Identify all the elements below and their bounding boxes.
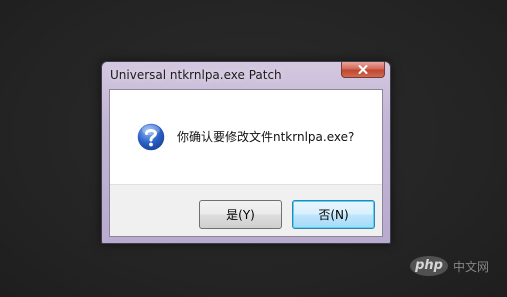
dialog-body: 你确认要修改文件ntkrnlpa.exe? 是(Y) 否(N): [109, 89, 383, 237]
question-icon: [136, 122, 166, 152]
no-button[interactable]: 否(N): [292, 200, 375, 229]
message-text: 你确认要修改文件ntkrnlpa.exe?: [177, 130, 355, 144]
button-bar: 是(Y) 否(N): [110, 184, 382, 236]
message-dialog: Universal ntkrnlpa.exe Patch 你确认要修改文件ntk…: [101, 61, 391, 244]
window-title: Universal ntkrnlpa.exe Patch: [110, 68, 282, 82]
close-button[interactable]: [341, 62, 385, 78]
watermark: php 中文网: [410, 256, 489, 276]
watermark-logo: php: [410, 256, 448, 276]
yes-button[interactable]: 是(Y): [199, 200, 282, 229]
close-icon: [358, 64, 368, 74]
message-area: 你确认要修改文件ntkrnlpa.exe?: [110, 90, 382, 184]
title-bar[interactable]: Universal ntkrnlpa.exe Patch: [102, 62, 390, 89]
watermark-text: 中文网: [453, 259, 490, 274]
